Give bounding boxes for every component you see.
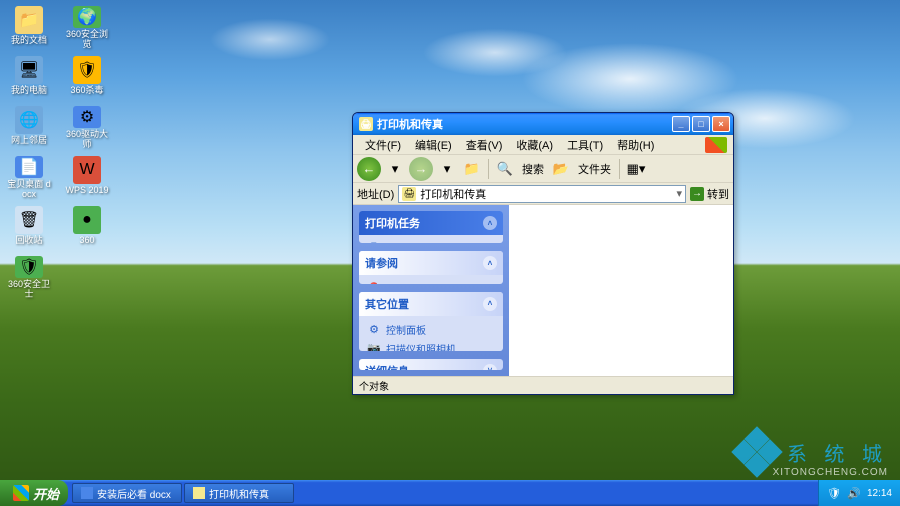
content-pane[interactable] <box>509 205 733 376</box>
desktop-icon-360av[interactable]: 🛡360杀毒 <box>62 54 112 102</box>
desktop-icon-my-computer[interactable]: 🖥我的电脑 <box>4 54 54 102</box>
control-panel-icon: ⚙ <box>367 322 381 336</box>
menu-file[interactable]: 文件(F) <box>359 135 407 155</box>
taskbar-item-docx[interactable]: 安装后必看 docx <box>72 483 182 503</box>
desktop-icon-docx[interactable]: 📄宝贝桌面 docx <box>4 154 54 202</box>
tasks-panel: 打印机任务 ˄ 🖨添加打印机 📠设置传真 请参阅 ˄ ❓打印疑难解答 ❓获得关于… <box>353 205 509 376</box>
chevron-up-icon: ˄ <box>483 297 497 311</box>
windows-logo-icon <box>705 137 727 153</box>
forward-button[interactable]: → <box>409 157 433 181</box>
forward-dropdown[interactable]: ▾ <box>436 158 458 180</box>
desktop-icon-360driver[interactable]: ⚙360驱动大师 <box>62 104 112 152</box>
menubar: 文件(F) 编辑(E) 查看(V) 收藏(A) 工具(T) 帮助(H) <box>353 135 733 155</box>
task-group-other-places[interactable]: 其它位置 ˄ <box>359 292 503 316</box>
desktop-icons: 📁我的文档 🖥我的电脑 🌐网上邻居 📄宝贝桌面 docx 🗑回收站 🛡360安全… <box>4 4 54 464</box>
window-title: 打印机和传真 <box>377 116 672 132</box>
go-button[interactable]: → 转到 <box>690 186 729 202</box>
link-control-panel[interactable]: ⚙控制面板 <box>367 322 495 337</box>
task-group-details[interactable]: 详细信息 ˅ <box>359 359 503 370</box>
desktop-icon-my-documents[interactable]: 📁我的文档 <box>4 4 54 52</box>
address-input[interactable]: 🖨 打印机和传真 ▾ <box>398 185 686 203</box>
minimize-button[interactable]: _ <box>672 116 690 132</box>
desktop-icon-360safe[interactable]: 🛡360安全卫士 <box>4 254 54 302</box>
scanner-icon: 📷 <box>367 341 381 350</box>
menu-tools[interactable]: 工具(T) <box>561 135 609 155</box>
address-bar: 地址(D) 🖨 打印机和传真 ▾ → 转到 <box>353 183 733 205</box>
menu-help[interactable]: 帮助(H) <box>611 135 660 155</box>
menu-edit[interactable]: 编辑(E) <box>409 135 458 155</box>
folders-icon[interactable]: 📂 <box>550 158 572 180</box>
chevron-up-icon: ˄ <box>483 256 497 270</box>
back-button[interactable]: ← <box>357 157 381 181</box>
statusbar: 个对象 <box>353 376 733 394</box>
tray-clock[interactable]: 12:14 <box>867 488 892 499</box>
go-arrow-icon: → <box>690 187 704 201</box>
printer-icon: 🖨 <box>402 187 416 201</box>
search-icon[interactable]: 🔍 <box>494 158 516 180</box>
desktop-icon-wps[interactable]: WWPS 2019 <box>62 154 112 202</box>
task-group-printer-tasks[interactable]: 打印机任务 ˄ <box>359 211 503 235</box>
chevron-up-icon: ˄ <box>483 216 497 230</box>
maximize-button[interactable]: □ <box>692 116 710 132</box>
up-button[interactable]: 📁 <box>461 158 483 180</box>
menu-view[interactable]: 查看(V) <box>460 135 509 155</box>
tray-shield-icon[interactable]: 🛡 <box>827 486 841 500</box>
close-button[interactable]: × <box>712 116 730 132</box>
desktop-icon-360[interactable]: ●360 <box>62 204 112 252</box>
desktop-icon-recycle-bin[interactable]: 🗑回收站 <box>4 204 54 252</box>
word-icon <box>81 487 93 499</box>
task-group-see-also[interactable]: 请参阅 ˄ <box>359 251 503 275</box>
desktop-icons-col2: 🌍360安全浏览 🛡360杀毒 ⚙360驱动大师 WWPS 2019 ●360 <box>62 4 112 464</box>
explorer-window: 🖨 打印机和传真 _ □ × 文件(F) 编辑(E) 查看(V) 收藏(A) 工… <box>352 112 734 395</box>
titlebar[interactable]: 🖨 打印机和传真 _ □ × <box>353 113 733 135</box>
task-troubleshoot[interactable]: ❓打印疑难解答 <box>367 281 495 283</box>
menu-favorites[interactable]: 收藏(A) <box>510 135 559 155</box>
system-tray[interactable]: 🛡 🔊 12:14 <box>818 480 900 506</box>
start-button[interactable]: 开始 <box>0 480 68 506</box>
toolbar: ← ▾ → ▾ 📁 🔍 搜索 📂 文件夹 ▦▾ <box>353 155 733 183</box>
taskbar-item-printers[interactable]: 打印机和传真 <box>184 483 294 503</box>
printer-icon <box>193 487 205 499</box>
printer-icon: 🖨 <box>359 117 373 131</box>
folders-label[interactable]: 文件夹 <box>575 161 614 177</box>
search-label[interactable]: 搜索 <box>519 161 547 177</box>
address-label: 地址(D) <box>357 186 394 202</box>
watermark-url: XITONGCHENG.COM <box>773 467 888 478</box>
tray-volume-icon[interactable]: 🔊 <box>847 486 861 500</box>
desktop-icon-network[interactable]: 🌐网上邻居 <box>4 104 54 152</box>
help-icon: ❓ <box>367 282 381 284</box>
desktop-icon-360browser[interactable]: 🌍360安全浏览 <box>62 4 112 52</box>
task-add-printer[interactable]: 🖨添加打印机 <box>367 241 495 243</box>
chevron-down-icon: ˅ <box>483 364 497 370</box>
link-scanners[interactable]: 📷扫描仪和照相机 <box>367 341 495 351</box>
views-button[interactable]: ▦▾ <box>625 158 647 180</box>
windows-flag-icon <box>13 485 29 501</box>
back-dropdown[interactable]: ▾ <box>384 158 406 180</box>
printer-add-icon: 🖨 <box>367 242 381 244</box>
taskbar: 开始 安装后必看 docx 打印机和传真 🛡 🔊 12:14 <box>0 480 900 506</box>
